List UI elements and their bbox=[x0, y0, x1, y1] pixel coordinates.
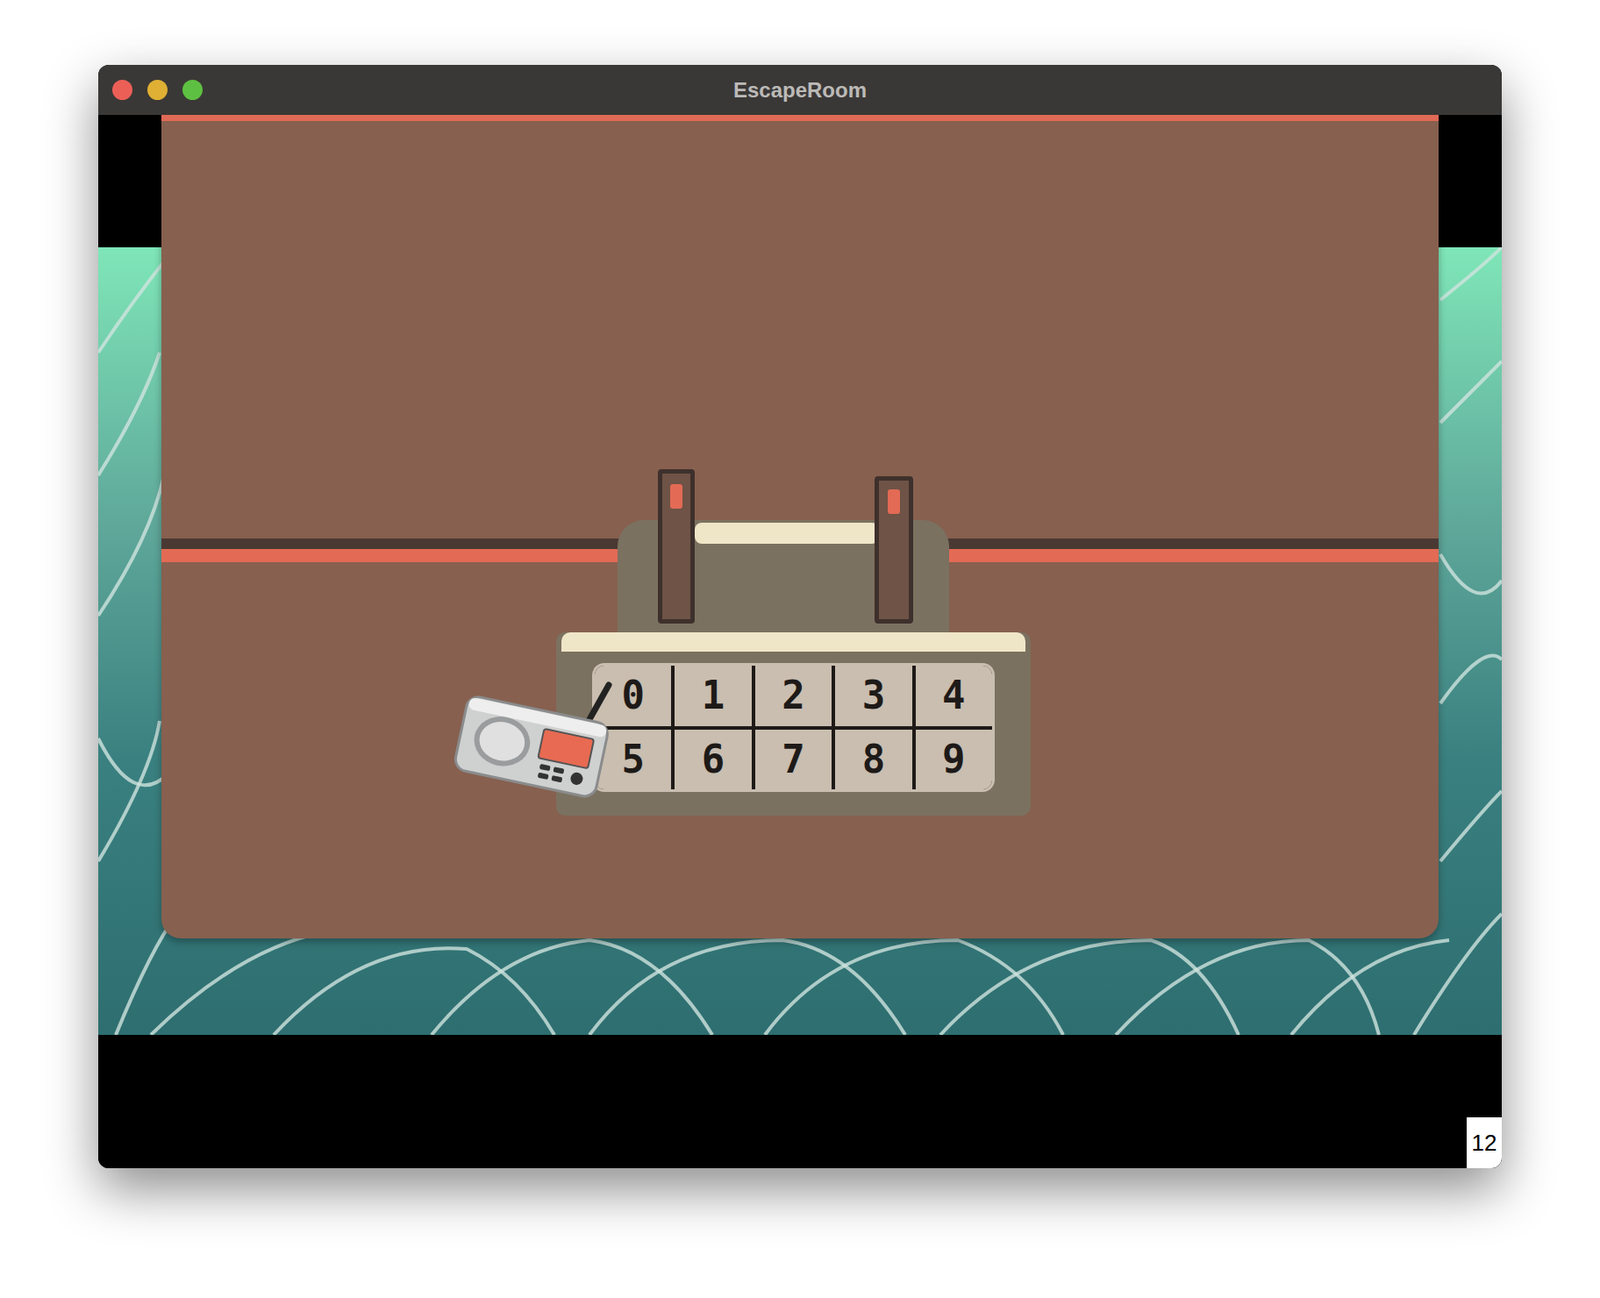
game-canvas[interactable]: 0123456789 bbox=[98, 114, 1502, 1169]
key-label: 7 bbox=[781, 730, 806, 789]
radio-icon[interactable] bbox=[452, 676, 616, 801]
keypad-key[interactable]: 2 bbox=[755, 665, 832, 727]
window-title: EscapeRoom bbox=[733, 74, 867, 107]
keypad-key[interactable]: 6 bbox=[674, 729, 751, 791]
counter-badge: 12 bbox=[1466, 1117, 1502, 1169]
lock-shackle bbox=[694, 522, 879, 544]
key-label: 5 bbox=[621, 730, 645, 789]
zoom-button[interactable] bbox=[182, 79, 203, 100]
keypad-key[interactable]: 8 bbox=[835, 729, 912, 791]
minimize-button[interactable] bbox=[147, 79, 168, 100]
title-bar: EscapeRoom bbox=[98, 64, 1502, 115]
keypad-key[interactable]: 7 bbox=[755, 729, 832, 791]
key-label: 2 bbox=[781, 666, 806, 725]
keypad-key[interactable]: 3 bbox=[835, 665, 912, 727]
keypad-key[interactable]: 4 bbox=[915, 665, 993, 727]
key-label: 9 bbox=[942, 730, 966, 789]
key-label: 3 bbox=[862, 666, 886, 725]
lock-post bbox=[657, 469, 695, 624]
app-window: EscapeRoom bbox=[98, 64, 1502, 1169]
key-label: 0 bbox=[621, 666, 645, 725]
lock-post bbox=[874, 476, 914, 624]
close-button[interactable] bbox=[112, 79, 133, 100]
key-label: 6 bbox=[701, 730, 726, 789]
keypad: 01234 56789 bbox=[592, 663, 995, 793]
key-label: 1 bbox=[701, 666, 726, 725]
keypad-key[interactable]: 9 bbox=[915, 729, 993, 791]
keypad-key[interactable]: 1 bbox=[674, 665, 751, 727]
key-label: 8 bbox=[862, 730, 886, 789]
key-label: 4 bbox=[942, 666, 966, 725]
